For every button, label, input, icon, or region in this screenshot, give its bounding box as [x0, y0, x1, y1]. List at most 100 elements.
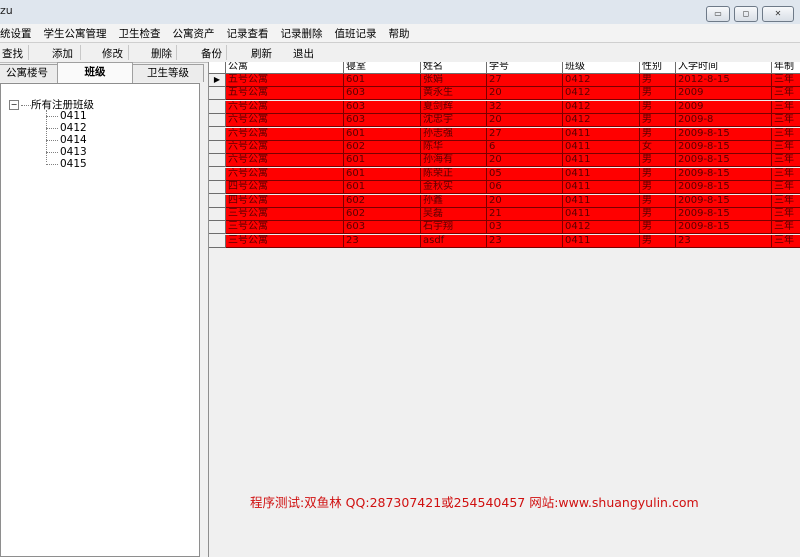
collapse-icon[interactable]: −: [9, 100, 19, 110]
cell-enroll-date[interactable]: 2009-8-15: [676, 181, 772, 195]
header-col-student-id[interactable]: 学号: [487, 62, 563, 73]
cell-gender[interactable]: 男: [640, 194, 676, 208]
cell-enroll-date[interactable]: 2009-8-15: [676, 194, 772, 208]
cell-name[interactable]: 黄永生: [421, 87, 487, 101]
cell-class[interactable]: 0411: [563, 194, 640, 208]
cell-student-id[interactable]: 23: [487, 234, 563, 248]
cell-room[interactable]: 601: [344, 181, 421, 195]
cell-dorm[interactable]: 六号公寓: [226, 100, 344, 114]
cell-class[interactable]: 0411: [563, 154, 640, 168]
cell-program-years[interactable]: 三年: [772, 167, 800, 181]
row-selector[interactable]: [209, 234, 226, 248]
cell-dorm[interactable]: 三号公寓: [226, 234, 344, 248]
cell-dorm[interactable]: 五号公寓: [226, 87, 344, 101]
tree-node-class[interactable]: 0412: [46, 122, 87, 134]
cell-room[interactable]: 603: [344, 100, 421, 114]
row-selector[interactable]: [209, 141, 226, 154]
cell-name[interactable]: 陈华: [421, 141, 487, 154]
menu-dorm-assets[interactable]: 公寓资产: [167, 26, 221, 41]
table-row[interactable]: 五号公寓 603 黄永生 20 0412 男 2009 三年: [209, 87, 800, 101]
tree-node-class[interactable]: 0413: [46, 146, 87, 158]
cell-enroll-date[interactable]: 2012-8-15: [676, 74, 772, 87]
add-button[interactable]: 添加: [52, 46, 73, 61]
cell-class[interactable]: 0412: [563, 87, 640, 101]
cell-gender[interactable]: 男: [640, 181, 676, 195]
cell-gender[interactable]: 男: [640, 221, 676, 235]
find-button[interactable]: 查找: [2, 46, 23, 61]
cell-class[interactable]: 0412: [563, 221, 640, 235]
cell-class[interactable]: 0412: [563, 74, 640, 87]
cell-class[interactable]: 0411: [563, 141, 640, 154]
cell-program-years[interactable]: 三年: [772, 100, 800, 114]
menu-help[interactable]: 帮助: [383, 26, 416, 41]
header-col-name[interactable]: 姓名: [421, 62, 487, 73]
cell-name[interactable]: 金秋实: [421, 181, 487, 195]
cell-name[interactable]: 陈荣正: [421, 167, 487, 181]
row-selector[interactable]: [209, 127, 226, 141]
cell-enroll-date[interactable]: 2009-8-15: [676, 221, 772, 235]
cell-enroll-date[interactable]: 2009: [676, 100, 772, 114]
table-row[interactable]: 三号公寓 603 石宇翔 03 0412 男 2009-8-15 三年: [209, 221, 800, 235]
cell-room[interactable]: 603: [344, 87, 421, 101]
cell-gender[interactable]: 男: [640, 234, 676, 248]
header-col-gender[interactable]: 性别: [640, 62, 676, 73]
cell-program-years[interactable]: 三年: [772, 74, 800, 87]
cell-program-years[interactable]: 三年: [772, 141, 800, 154]
cell-name[interactable]: 张娟: [421, 74, 487, 87]
row-selector[interactable]: [209, 167, 226, 181]
cell-room[interactable]: 23: [344, 234, 421, 248]
refresh-button[interactable]: 刷新: [251, 46, 272, 61]
tab-class[interactable]: 班级: [57, 62, 133, 83]
cell-dorm[interactable]: 四号公寓: [226, 181, 344, 195]
cell-class[interactable]: 0411: [563, 234, 640, 248]
cell-name[interactable]: 吴磊: [421, 208, 487, 221]
minimize-button[interactable]: ▭: [706, 6, 730, 22]
row-selector[interactable]: [209, 208, 226, 221]
menu-system-settings[interactable]: 统设置: [0, 26, 38, 41]
tab-dorm-building[interactable]: 公寓楼号: [0, 64, 58, 82]
row-selector[interactable]: [209, 100, 226, 114]
cell-class[interactable]: 0411: [563, 208, 640, 221]
current-row-indicator[interactable]: ▶: [209, 74, 226, 87]
delete-button[interactable]: 删除: [151, 46, 172, 61]
cell-room[interactable]: 602: [344, 194, 421, 208]
cell-dorm[interactable]: 三号公寓: [226, 221, 344, 235]
cell-room[interactable]: 601: [344, 74, 421, 87]
menu-dorm-management[interactable]: 学生公寓管理: [38, 26, 113, 41]
header-col-class[interactable]: 班级: [563, 62, 640, 73]
cell-student-id[interactable]: 06: [487, 181, 563, 195]
cell-program-years[interactable]: 三年: [772, 127, 800, 141]
cell-gender[interactable]: 男: [640, 114, 676, 128]
cell-enroll-date[interactable]: 2009: [676, 87, 772, 101]
cell-gender[interactable]: 男: [640, 74, 676, 87]
cell-gender[interactable]: 男: [640, 167, 676, 181]
cell-program-years[interactable]: 三年: [772, 221, 800, 235]
cell-dorm[interactable]: 六号公寓: [226, 127, 344, 141]
row-selector[interactable]: [209, 194, 226, 208]
row-selector[interactable]: [209, 181, 226, 195]
cell-enroll-date[interactable]: 2009-8-15: [676, 154, 772, 168]
table-row[interactable]: 四号公寓 601 金秋实 06 0411 男 2009-8-15 三年: [209, 181, 800, 195]
cell-student-id[interactable]: 05: [487, 167, 563, 181]
cell-dorm[interactable]: 四号公寓: [226, 194, 344, 208]
row-selector[interactable]: [209, 114, 226, 128]
header-col-room[interactable]: 寝室: [344, 62, 421, 73]
table-row[interactable]: 六号公寓 603 沈忠宇 20 0412 男 2009-8 三年: [209, 114, 800, 128]
cell-class[interactable]: 0411: [563, 127, 640, 141]
cell-student-id[interactable]: 27: [487, 127, 563, 141]
cell-class[interactable]: 0412: [563, 100, 640, 114]
cell-student-id[interactable]: 21: [487, 208, 563, 221]
header-col-program-years[interactable]: 年制: [772, 62, 800, 73]
cell-enroll-date[interactable]: 2009-8-15: [676, 208, 772, 221]
cell-dorm[interactable]: 六号公寓: [226, 167, 344, 181]
menu-hygiene-check[interactable]: 卫生检查: [113, 26, 167, 41]
cell-name[interactable]: asdf: [421, 234, 487, 248]
close-button[interactable]: ✕: [762, 6, 794, 22]
cell-student-id[interactable]: 6: [487, 141, 563, 154]
menu-record-view[interactable]: 记录查看: [221, 26, 275, 41]
row-selector[interactable]: [209, 87, 226, 101]
table-row[interactable]: 三号公寓 602 吴磊 21 0411 男 2009-8-15 三年: [209, 208, 800, 221]
maximize-button[interactable]: ◻: [734, 6, 758, 22]
row-selector[interactable]: [209, 221, 226, 235]
tree-node-class[interactable]: 0411: [46, 110, 87, 122]
